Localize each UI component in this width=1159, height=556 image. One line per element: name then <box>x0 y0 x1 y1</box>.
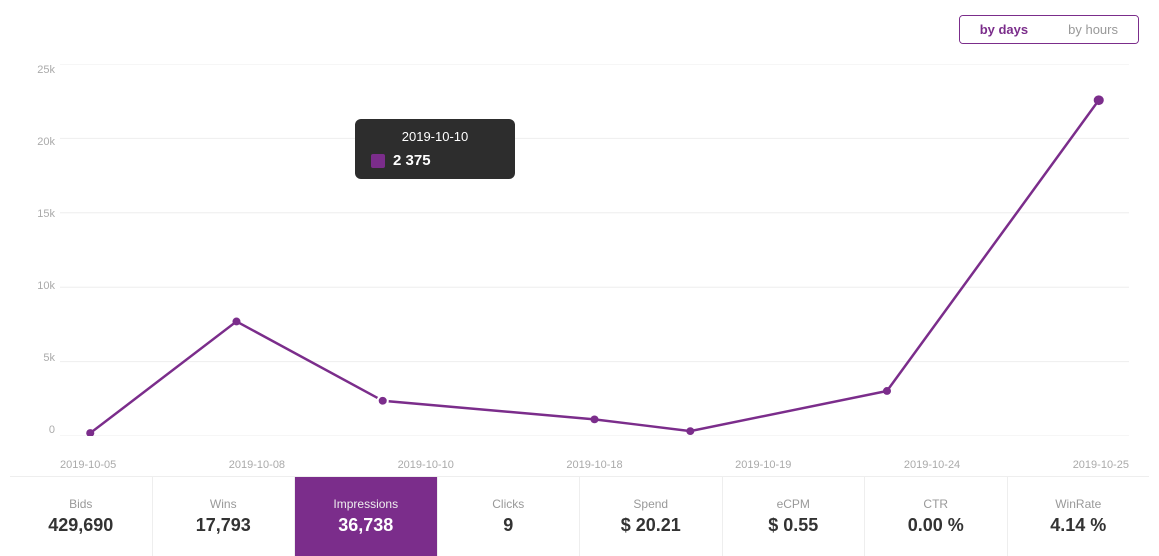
y-axis: 25k 20k 15k 10k 5k 0 <box>15 64 55 436</box>
y-label-5k: 5k <box>43 352 55 364</box>
stat-clicks-label: Clicks <box>492 497 524 511</box>
stat-impressions-label: Impressions <box>333 497 398 511</box>
stat-wins-value: 17,793 <box>196 515 251 536</box>
y-label-0: 0 <box>49 424 55 436</box>
top-controls: by days by hours <box>10 10 1149 54</box>
stat-ctr[interactable]: CTR 0.00 % <box>865 477 1008 556</box>
stat-wins-label: Wins <box>210 497 237 511</box>
main-container: by days by hours 25k 20k 15k 10k 5k 0 <box>0 0 1159 556</box>
x-label-7: 2019-10-25 <box>1073 459 1129 471</box>
x-axis: 2019-10-05 2019-10-08 2019-10-10 2019-10… <box>60 459 1129 471</box>
stat-spend-label: Spend <box>633 497 668 511</box>
by-days-button[interactable]: by days <box>960 16 1048 43</box>
y-label-25k: 25k <box>37 64 55 76</box>
stat-ctr-label: CTR <box>923 497 948 511</box>
chart-line <box>90 100 1098 433</box>
stat-clicks[interactable]: Clicks 9 <box>438 477 581 556</box>
stat-ctr-value: 0.00 % <box>908 515 964 536</box>
x-label-5: 2019-10-19 <box>735 459 791 471</box>
stat-bids-label: Bids <box>69 497 92 511</box>
stat-winrate-value: 4.14 % <box>1050 515 1106 536</box>
stat-winrate-label: WinRate <box>1055 497 1101 511</box>
view-toggle: by days by hours <box>959 15 1139 44</box>
y-label-15k: 15k <box>37 208 55 220</box>
stat-winrate[interactable]: WinRate 4.14 % <box>1008 477 1150 556</box>
data-point-active <box>378 396 388 406</box>
data-point-5 <box>686 427 694 435</box>
x-label-2: 2019-10-08 <box>229 459 285 471</box>
chart-area: 25k 20k 15k 10k 5k 0 <box>10 54 1149 476</box>
stat-ecpm[interactable]: eCPM $ 0.55 <box>723 477 866 556</box>
line-chart <box>60 64 1129 436</box>
stat-ecpm-label: eCPM <box>777 497 810 511</box>
x-label-4: 2019-10-18 <box>566 459 622 471</box>
by-hours-button[interactable]: by hours <box>1048 16 1138 43</box>
stat-impressions[interactable]: Impressions 36,738 <box>295 477 438 556</box>
x-label-1: 2019-10-05 <box>60 459 116 471</box>
y-label-20k: 20k <box>37 136 55 148</box>
stat-clicks-value: 9 <box>503 515 513 536</box>
chart-svg-wrapper: 2019-10-10 2 375 <box>60 64 1129 436</box>
data-point-4 <box>590 415 598 423</box>
stat-spend-value: $ 20.21 <box>621 515 681 536</box>
x-label-3: 2019-10-10 <box>398 459 454 471</box>
data-point-7 <box>1094 95 1104 105</box>
bottom-stats-bar: Bids 429,690 Wins 17,793 Impressions 36,… <box>10 476 1149 556</box>
stat-wins[interactable]: Wins 17,793 <box>153 477 296 556</box>
data-point-6 <box>883 387 891 395</box>
stat-bids[interactable]: Bids 429,690 <box>10 477 153 556</box>
x-label-6: 2019-10-24 <box>904 459 960 471</box>
y-label-10k: 10k <box>37 280 55 292</box>
stat-spend[interactable]: Spend $ 20.21 <box>580 477 723 556</box>
stat-ecpm-value: $ 0.55 <box>768 515 818 536</box>
stat-impressions-value: 36,738 <box>338 515 393 536</box>
data-point-2 <box>232 318 240 326</box>
stat-bids-value: 429,690 <box>48 515 113 536</box>
